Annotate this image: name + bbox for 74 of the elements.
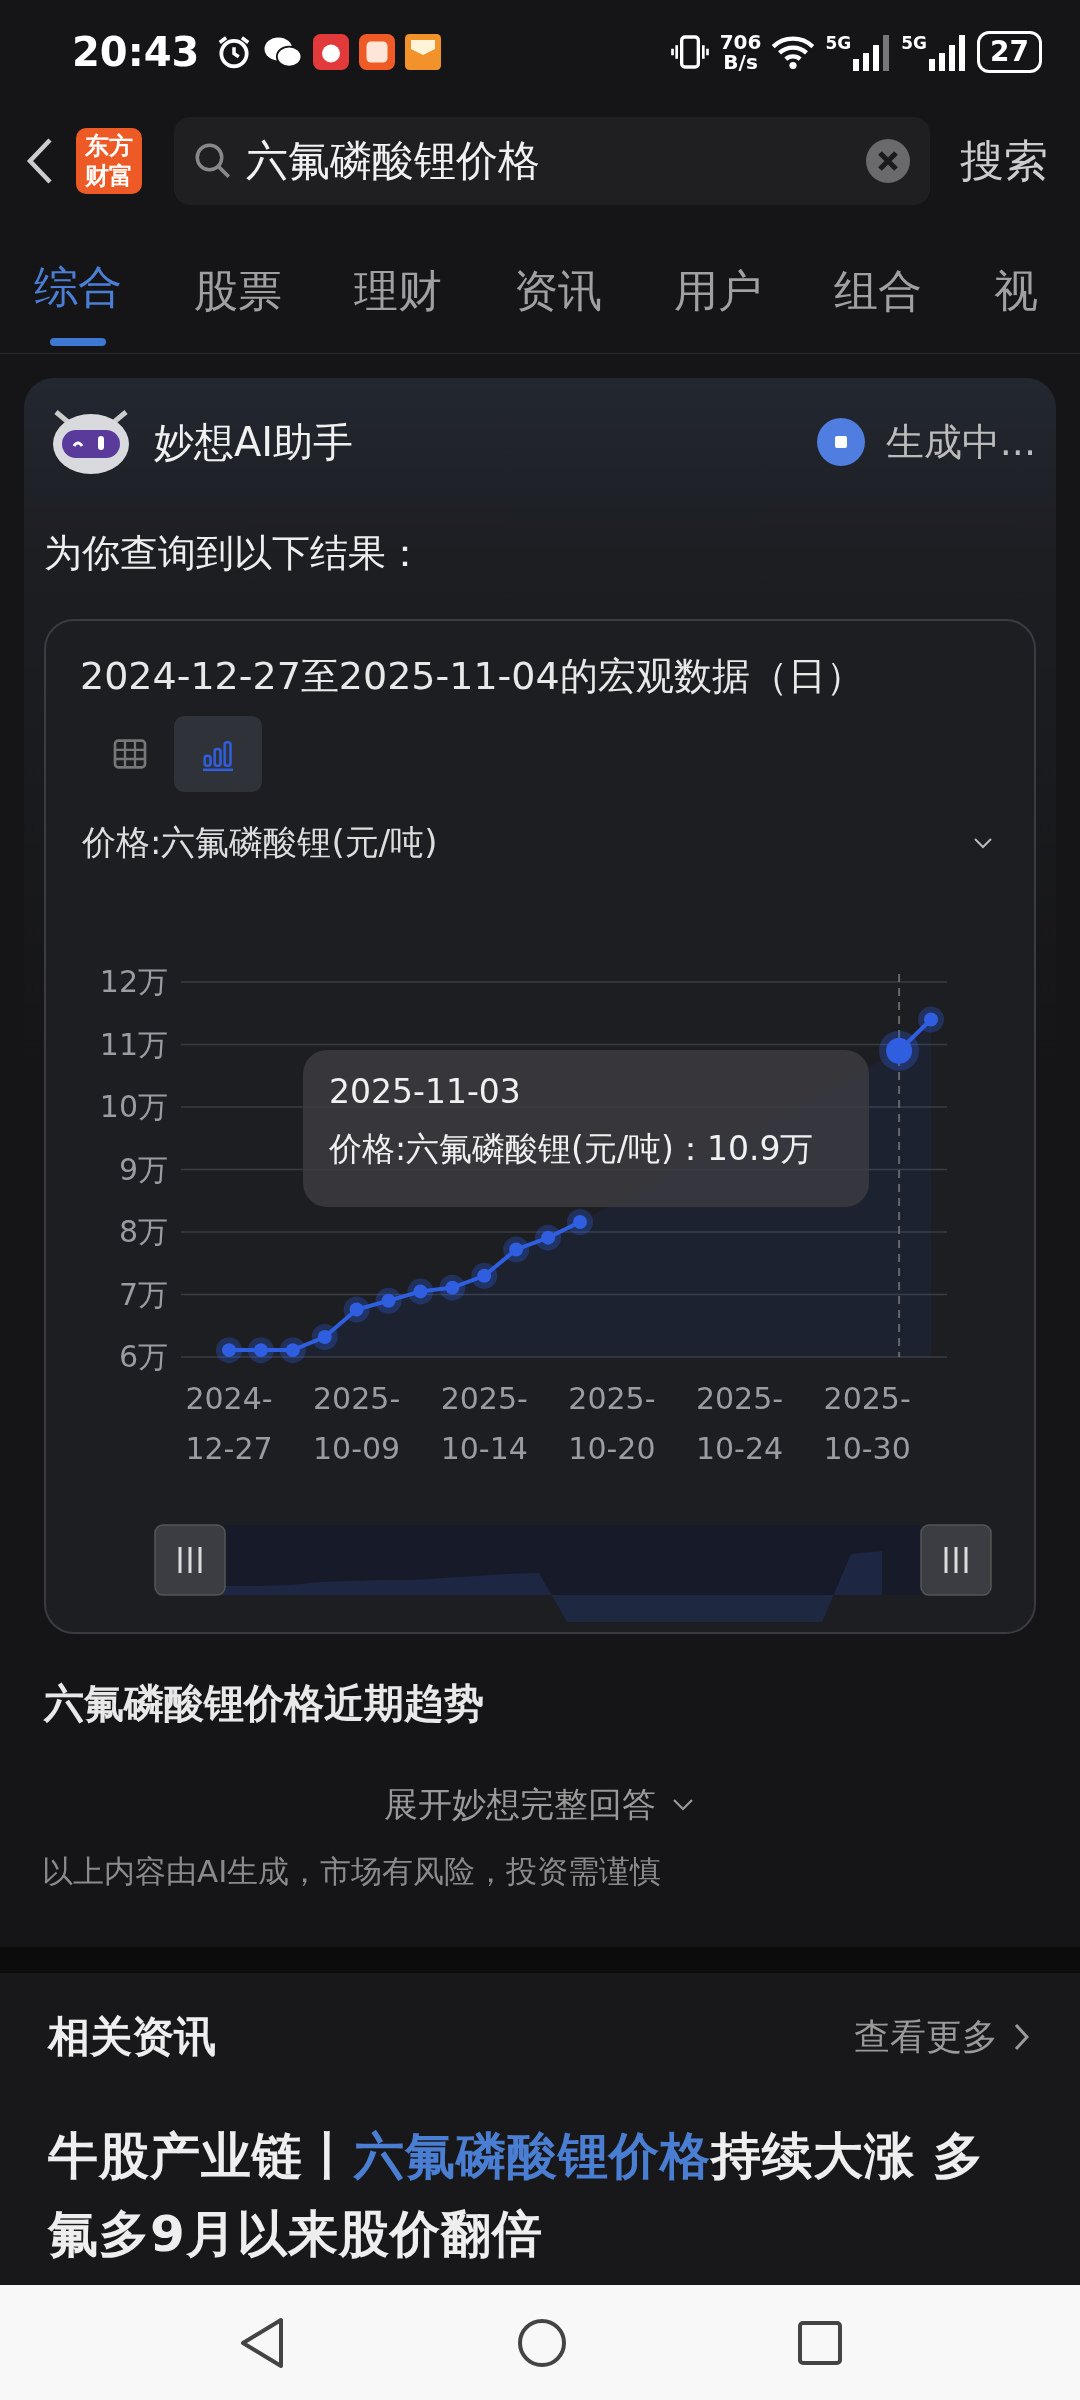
data-point (375, 1287, 402, 1314)
back-icon[interactable] (24, 136, 54, 186)
home-nav-icon[interactable] (517, 2317, 567, 2368)
highlighted-point (879, 1030, 920, 1071)
data-point (918, 1006, 944, 1033)
data-point (311, 1324, 338, 1350)
tab[interactable]: 视 (994, 258, 1038, 346)
y-axis-label: 12万 (99, 964, 168, 999)
y-axis-label: 10万 (99, 1089, 168, 1124)
chevron-down-icon (972, 836, 994, 850)
news-headline[interactable]: 牛股产业链丨 六氟磷酸锂价格持续大涨 多氟多9月以来股价翻倍 (48, 2117, 1032, 2273)
assistant-title: 妙想AI助手 (154, 417, 354, 467)
tooltip-label: 价格:六氟磷酸锂(元/吨)： (329, 1128, 707, 1170)
wifi-icon (771, 34, 816, 70)
y-axis-label: 6万 (118, 1339, 168, 1374)
range-handle[interactable] (920, 1524, 992, 1596)
signal-icon (927, 33, 968, 71)
chevron-down-icon (670, 1797, 696, 1813)
vibrate-icon (669, 32, 710, 72)
envelope-icon (405, 34, 442, 70)
tab[interactable]: 组合 (834, 258, 922, 346)
app-icon (313, 34, 350, 70)
y-axis-label: 7万 (118, 1276, 168, 1312)
tab[interactable]: 综合 (34, 258, 122, 346)
x-axis-label: 2025-10-09 (313, 1381, 401, 1466)
data-point (247, 1337, 274, 1364)
y-axis-label: 8万 (118, 1214, 168, 1249)
network-speed: 706 B/s (719, 32, 762, 72)
tab[interactable]: 用户 (674, 258, 762, 346)
expand-answer-button[interactable]: 展开妙想完整回答 (378, 1781, 702, 1829)
chevron-right-icon (1012, 2021, 1032, 2053)
data-point (216, 1337, 242, 1364)
app-logo: 东方财富 (76, 128, 142, 194)
ai-disclaimer: 以上内容由AI生成，市场有风险，投资需谨慎 (41, 1852, 663, 1891)
data-point (439, 1274, 466, 1301)
recents-nav-icon[interactable] (797, 2319, 843, 2366)
status-time: 20:43 (72, 29, 200, 75)
network-type: 5G (901, 33, 928, 53)
x-axis-label: 2025-10-20 (568, 1381, 656, 1466)
data-point (343, 1296, 370, 1323)
tab[interactable]: 股票 (194, 258, 282, 346)
app-icon (359, 34, 396, 70)
tooltip-date: 2025-11-03 (329, 1072, 521, 1111)
x-axis-label: 2024-12-27 (185, 1381, 273, 1466)
x-axis-label: 2025-10-30 (823, 1381, 911, 1466)
y-axis-label: 9万 (118, 1151, 168, 1187)
x-axis-label: 2025-10-24 (695, 1381, 784, 1466)
range-handle[interactable] (154, 1524, 226, 1596)
chat-icon (263, 35, 304, 69)
data-point (535, 1224, 562, 1251)
data-title: 2024-12-27至2025-11-04的宏观数据（日） (79, 653, 865, 700)
stop-icon[interactable] (815, 417, 866, 467)
data-point (503, 1236, 530, 1263)
network-type: 5G (825, 33, 852, 53)
data-point (471, 1262, 498, 1289)
series-dropdown[interactable]: 价格:六氟磷酸锂(元/吨) (82, 820, 994, 866)
data-point (407, 1278, 434, 1305)
clear-icon[interactable] (864, 137, 912, 185)
section-title: 相关资讯 (48, 2011, 216, 2063)
data-point (279, 1337, 306, 1364)
signal-icon (851, 33, 892, 71)
search-button[interactable]: 搜索 (952, 131, 1056, 191)
y-axis-label: 11万 (99, 1026, 168, 1062)
section-heading: 六氟磷酸锂价格近期趋势 (42, 1679, 485, 1728)
battery-level: 27 (977, 31, 1042, 73)
tooltip-value: 10.9万 (707, 1128, 814, 1170)
search-field[interactable]: 六氟磷酸锂价格 (174, 117, 930, 205)
intro-text: 为你查询到以下结果： (43, 530, 425, 577)
tab[interactable]: 理财 (354, 258, 442, 346)
data-point (567, 1209, 593, 1235)
generating-status: 生成中... (885, 418, 1036, 466)
view-more-link[interactable]: 查看更多 (854, 2012, 1032, 2062)
x-axis-label: 2025-10-14 (440, 1381, 528, 1466)
tab[interactable]: 资讯 (514, 258, 602, 346)
